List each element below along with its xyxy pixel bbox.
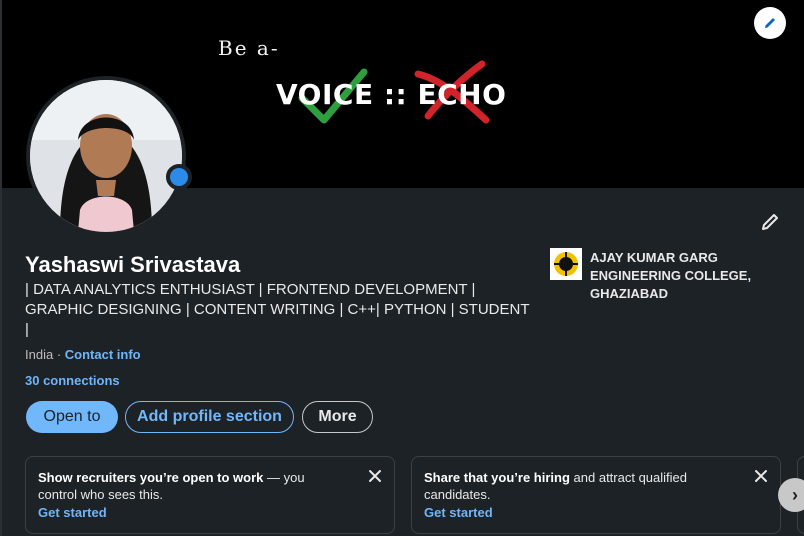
profile-name: Yashaswi Srivastava xyxy=(25,252,241,277)
edit-intro-button[interactable] xyxy=(756,208,784,236)
add-profile-section-button[interactable]: Add profile section xyxy=(125,401,294,433)
banner-title: VOICE :: ECHO xyxy=(276,78,507,111)
pencil-icon xyxy=(762,214,778,230)
chevron-right-icon: › xyxy=(792,484,798,505)
open-to-button[interactable]: Open to xyxy=(26,401,118,433)
get-started-link[interactable]: Get started xyxy=(38,505,107,520)
profile-photo[interactable] xyxy=(26,76,192,236)
close-icon[interactable] xyxy=(752,467,770,485)
carousel-next-button[interactable]: › xyxy=(778,478,804,512)
get-started-link[interactable]: Get started xyxy=(424,505,493,520)
contact-info-link[interactable]: Contact info xyxy=(65,347,141,362)
pencil-icon xyxy=(765,18,775,28)
profile-headline: | DATA ANALYTICS ENTHUSIAST | FRONTEND D… xyxy=(25,281,530,338)
location-text: India xyxy=(25,347,54,362)
promo-text: Show recruiters you’re open to work — yo… xyxy=(38,469,338,503)
open-to-work-card[interactable]: Show recruiters you’re open to work — yo… xyxy=(25,456,395,534)
college-name: AJAY KUMAR GARG ENGINEERING COLLEGE, GHA… xyxy=(590,250,752,301)
promo-text: Share that you’re hiring and attract qua… xyxy=(424,469,724,503)
college-logo xyxy=(550,248,582,280)
location-separator: · xyxy=(53,347,65,362)
promo-bold: Share that you’re hiring xyxy=(424,470,570,485)
avatar-image xyxy=(30,80,182,232)
more-button[interactable]: More xyxy=(302,401,373,433)
avatar[interactable] xyxy=(30,80,182,232)
banner-tagline: Be a- xyxy=(218,36,280,60)
profile-location: India · Contact info xyxy=(25,347,141,362)
profile-card: Be a- VOICE :: ECHO Yashaswi Srivastava … xyxy=(0,0,804,536)
promo-bold: Show recruiters you’re open to work xyxy=(38,470,264,485)
connections-link[interactable]: 30 connections xyxy=(25,373,120,388)
photo-frame-badge xyxy=(166,164,192,190)
edit-banner-button[interactable] xyxy=(754,7,786,39)
close-icon[interactable] xyxy=(366,467,384,485)
card-edge xyxy=(0,0,2,536)
hiring-card[interactable]: Share that you’re hiring and attract qua… xyxy=(411,456,781,534)
